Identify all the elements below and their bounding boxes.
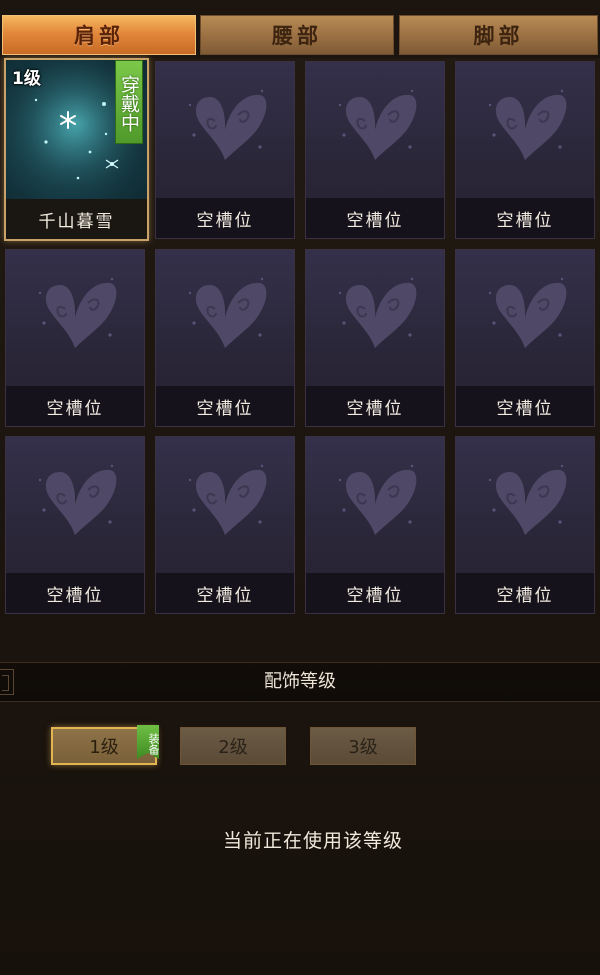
slot-art [306, 250, 444, 386]
butterfly-icon [488, 277, 567, 348]
slot-art [306, 62, 444, 198]
slot-art [156, 250, 294, 386]
wearing-badge: 穿戴中 [115, 60, 143, 144]
slot-card-empty[interactable]: 空槽位 [305, 436, 445, 614]
butterfly-icon [188, 89, 267, 160]
slot-art [6, 250, 144, 386]
slot-caption: 空槽位 [306, 198, 444, 238]
slot-art [456, 62, 594, 198]
slot-card-empty[interactable]: 空槽位 [155, 436, 295, 614]
level-button-label: 1级 [89, 737, 119, 758]
butterfly-icon [488, 89, 567, 160]
slot-card-empty[interactable]: 空槽位 [155, 61, 295, 239]
accessory-panel: 肩部 腰部 脚部 1级 穿戴中 千山暮雪 空槽位 空槽位 空槽位 空槽位 空槽位… [0, 0, 600, 975]
slot-art [6, 437, 144, 573]
slot-art [456, 437, 594, 573]
slot-card-empty[interactable]: 空槽位 [305, 61, 445, 239]
slot-card-empty[interactable]: 空槽位 [455, 249, 595, 427]
slot-caption: 空槽位 [156, 573, 294, 613]
slot-card-empty[interactable]: 空槽位 [455, 61, 595, 239]
butterfly-icon [338, 89, 417, 160]
slot-art [156, 62, 294, 198]
status-text: 当前正在使用该等级 [222, 830, 403, 852]
section-header: 配饰等级 [0, 662, 600, 702]
slot-caption: 空槽位 [156, 198, 294, 238]
butterfly-icon [188, 277, 267, 348]
butterfly-icon [338, 277, 417, 348]
level-button-3[interactable]: 3级 [310, 727, 416, 765]
slot-art [306, 437, 444, 573]
slot-card-empty[interactable]: 空槽位 [455, 436, 595, 614]
slot-caption: 空槽位 [306, 386, 444, 426]
level-button-label: 2级 [218, 737, 248, 758]
slot-card-empty[interactable]: 空槽位 [305, 249, 445, 427]
butterfly-icon [188, 464, 267, 535]
butterfly-icon [338, 464, 417, 535]
slot-caption: 空槽位 [6, 573, 144, 613]
slot-art [156, 437, 294, 573]
slot-level-badge: 1级 [12, 69, 41, 89]
slot-card-empty[interactable]: 空槽位 [5, 249, 145, 427]
slot-card-empty[interactable]: 空槽位 [5, 436, 145, 614]
slot-card-equipped[interactable]: 1级 穿戴中 千山暮雪 [4, 58, 149, 241]
butterfly-icon [38, 464, 117, 535]
slot-caption: 空槽位 [156, 386, 294, 426]
slot-card-empty[interactable]: 空槽位 [155, 249, 295, 427]
slot-caption: 空槽位 [306, 573, 444, 613]
slot-caption: 空槽位 [6, 386, 144, 426]
slot-caption: 空槽位 [456, 386, 594, 426]
section-title: 配饰等级 [264, 671, 336, 692]
butterfly-icon [38, 277, 117, 348]
slot-caption: 空槽位 [456, 573, 594, 613]
slot-art [456, 250, 594, 386]
level-button-label: 3级 [348, 737, 378, 758]
level-button-2[interactable]: 2级 [180, 727, 286, 765]
slot-caption: 空槽位 [456, 198, 594, 238]
slot-grid: 1级 穿戴中 千山暮雪 空槽位 空槽位 空槽位 空槽位 空槽位 空槽位 空槽位 … [0, 0, 600, 620]
slot-caption: 千山暮雪 [6, 199, 147, 239]
butterfly-icon [488, 464, 567, 535]
